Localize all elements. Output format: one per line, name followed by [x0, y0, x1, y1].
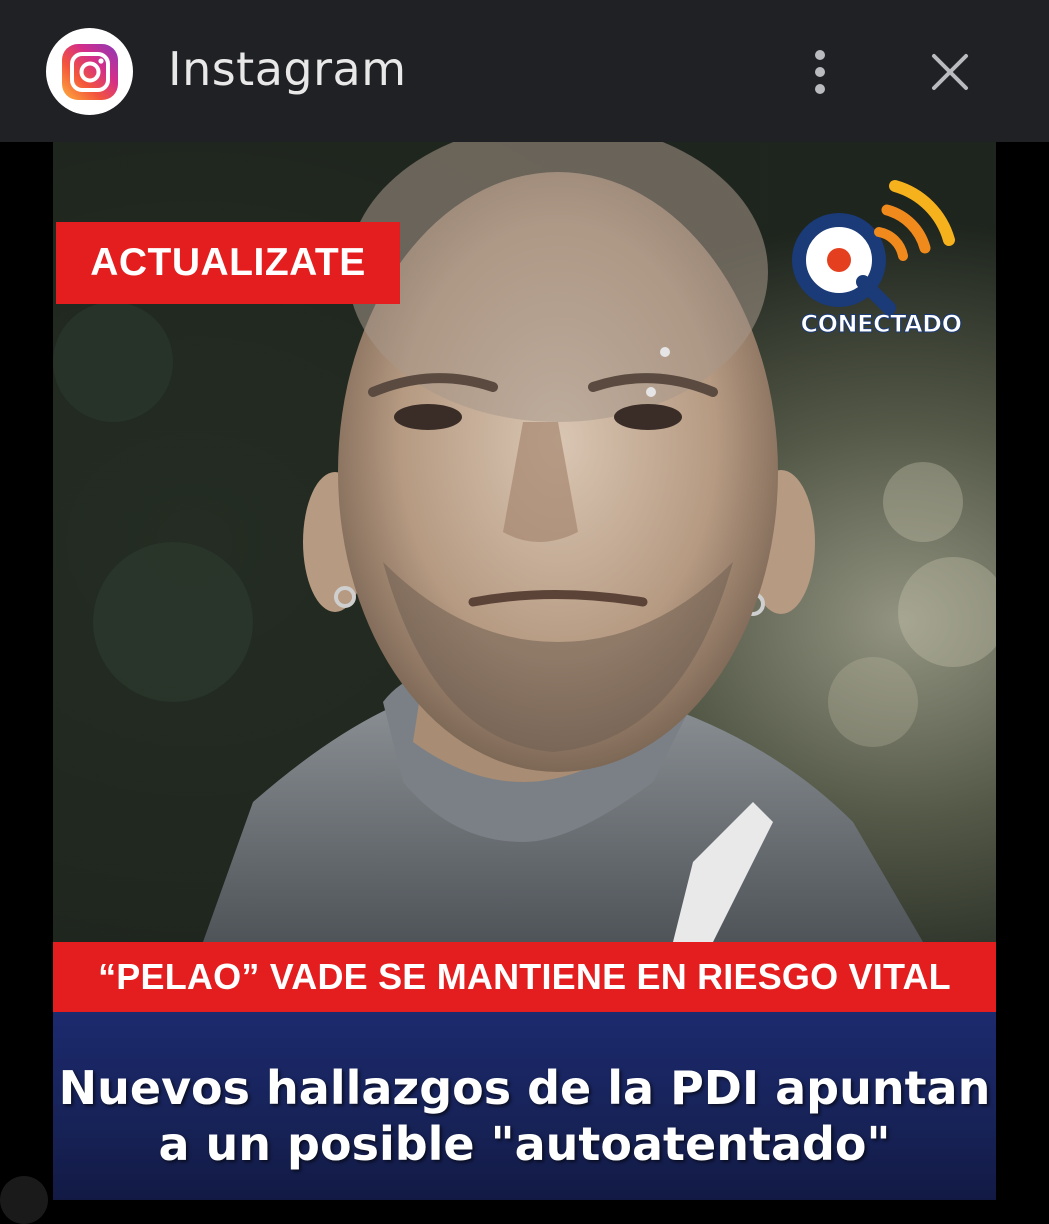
browser-title-bar: Instagram [0, 0, 1049, 142]
post-image[interactable]: ACTUALIZATE CONECTADO “PELAO” VADE SE MA… [53, 142, 996, 1200]
actualizate-tag: ACTUALIZATE [56, 222, 400, 304]
headline-line-1: Nuevos hallazgos de la PDI apuntan [58, 1061, 991, 1115]
headline-line-2: a un posible "autoatentado" [158, 1117, 891, 1171]
close-icon [932, 54, 968, 90]
brand-label: CONECTADO [800, 310, 963, 339]
close-button[interactable] [920, 42, 980, 102]
more-vertical-icon [815, 50, 825, 94]
corner-avatar [0, 1176, 48, 1224]
headline: Nuevos hallazgos de la PDI apuntan a un … [53, 1060, 996, 1172]
app-title: Instagram [168, 42, 407, 96]
app-icon-badge [46, 28, 133, 115]
subheadline-banner: “PELAO” VADE SE MANTIENE EN RIESGO VITAL [53, 942, 996, 1012]
more-options-button[interactable] [796, 42, 844, 102]
instagram-icon [61, 43, 118, 100]
headline-panel: Nuevos hallazgos de la PDI apuntan a un … [53, 1012, 996, 1200]
